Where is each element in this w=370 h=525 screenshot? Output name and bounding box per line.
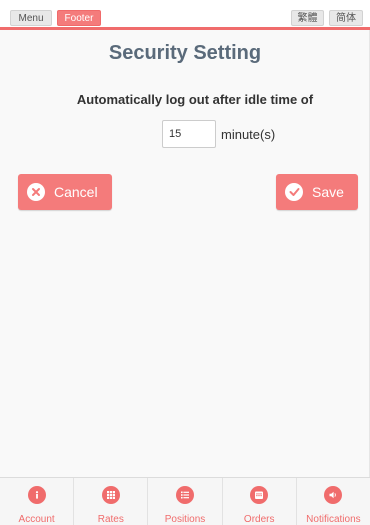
- nav-item-account[interactable]: Account: [0, 478, 75, 525]
- calendar-icon: [250, 486, 269, 504]
- speaker-icon: [324, 486, 343, 504]
- footer-button[interactable]: Footer: [57, 10, 101, 26]
- save-button-label: Save: [312, 184, 344, 200]
- simplified-chinese-button[interactable]: 简体: [329, 10, 363, 26]
- page-title: Security Setting: [108, 42, 262, 64]
- nav-item-rates[interactable]: Rates: [74, 478, 149, 525]
- footer-nav: Account Rates Positions Orders Notificat…: [0, 477, 370, 525]
- nav-item-notifications[interactable]: Notifications: [297, 478, 370, 525]
- info-icon: [27, 486, 46, 504]
- menu-button[interactable]: Menu: [10, 10, 52, 26]
- idle-time-input[interactable]: [162, 120, 216, 148]
- check-icon: [285, 183, 303, 201]
- list-icon: [176, 486, 194, 504]
- save-button[interactable]: Save: [276, 174, 358, 210]
- idle-timeout-description: Automatically log out after idle time of: [76, 92, 314, 107]
- nav-label: Orders: [243, 514, 275, 525]
- app-frame: Menu Footer 繁體 简体 Security Setting Autom…: [0, 0, 370, 525]
- nav-label: Positions: [164, 514, 206, 525]
- nav-item-positions[interactable]: Positions: [148, 478, 223, 525]
- nav-label: Rates: [97, 514, 124, 525]
- cancel-button[interactable]: Cancel: [18, 174, 112, 210]
- idle-time-unit: minute(s): [221, 127, 276, 142]
- cancel-button-label: Cancel: [54, 184, 98, 200]
- close-icon: [27, 183, 45, 201]
- nav-item-orders[interactable]: Orders: [223, 478, 297, 525]
- nav-label: Notifications: [306, 514, 361, 525]
- top-bar: Menu Footer 繁體 简体: [0, 0, 370, 30]
- grid-icon: [101, 486, 120, 504]
- traditional-chinese-button[interactable]: 繁體: [291, 10, 324, 26]
- nav-label: Account: [18, 514, 55, 525]
